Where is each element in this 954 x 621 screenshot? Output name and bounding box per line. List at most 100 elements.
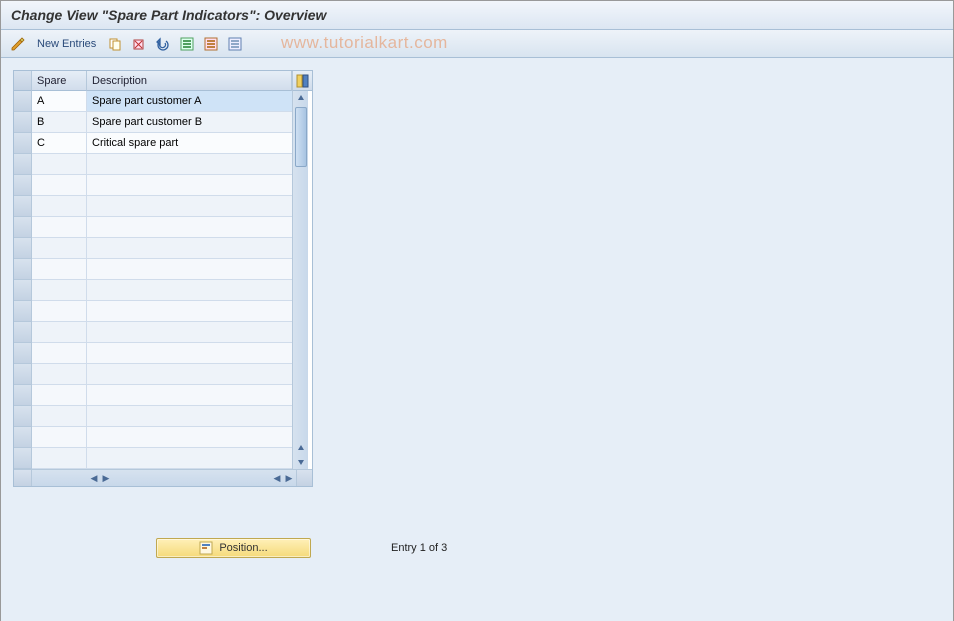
cell-description[interactable] <box>87 280 292 301</box>
cell-spare[interactable] <box>32 259 87 280</box>
cell-description[interactable] <box>87 385 292 406</box>
row-selector[interactable] <box>14 343 32 364</box>
cell-spare[interactable] <box>32 343 87 364</box>
row-selector[interactable] <box>14 91 32 112</box>
cell-spare[interactable] <box>32 406 87 427</box>
cell-description[interactable]: Spare part customer A <box>87 91 292 112</box>
table-row[interactable] <box>14 280 292 301</box>
row-selector[interactable] <box>14 154 32 175</box>
cell-spare[interactable] <box>32 448 87 469</box>
row-selector[interactable] <box>14 175 32 196</box>
row-selector[interactable] <box>14 196 32 217</box>
table-row[interactable] <box>14 238 292 259</box>
select-block-icon[interactable] <box>202 35 220 53</box>
scroll-left-icon[interactable]: ◀ <box>89 473 99 483</box>
cell-description[interactable] <box>87 343 292 364</box>
table-row[interactable] <box>14 175 292 196</box>
table-row[interactable] <box>14 217 292 238</box>
table-row[interactable] <box>14 385 292 406</box>
scroll-down-icon[interactable] <box>294 455 308 469</box>
delete-icon[interactable] <box>130 35 148 53</box>
row-selector[interactable] <box>14 112 32 133</box>
cell-spare[interactable] <box>32 427 87 448</box>
cell-spare[interactable] <box>32 280 87 301</box>
scroll-right-icon[interactable]: ▶ <box>101 473 111 483</box>
row-selector[interactable] <box>14 238 32 259</box>
row-selector[interactable] <box>14 427 32 448</box>
table-row[interactable]: CCritical spare part <box>14 133 292 154</box>
column-description[interactable]: Description <box>87 71 292 91</box>
cell-description[interactable] <box>87 154 292 175</box>
cell-spare[interactable] <box>32 238 87 259</box>
scroll-down-icon[interactable] <box>294 441 308 455</box>
table-row[interactable] <box>14 448 292 469</box>
row-selector[interactable] <box>14 301 32 322</box>
table-row[interactable] <box>14 427 292 448</box>
cell-description[interactable] <box>87 322 292 343</box>
scroll-left-end-icon[interactable]: ◀ <box>272 473 282 483</box>
row-selector[interactable] <box>14 448 32 469</box>
cell-spare[interactable]: B <box>32 112 87 133</box>
row-selector[interactable] <box>14 406 32 427</box>
table-row[interactable] <box>14 364 292 385</box>
row-selector[interactable] <box>14 259 32 280</box>
cell-description[interactable]: Spare part customer B <box>87 112 292 133</box>
horizontal-scrollbar[interactable]: ◀ ▶ ◀ ▶ <box>14 469 312 486</box>
toggle-display-change-icon[interactable] <box>9 35 27 53</box>
undo-change-icon[interactable] <box>154 35 172 53</box>
deselect-all-icon[interactable] <box>226 35 244 53</box>
cell-description[interactable] <box>87 217 292 238</box>
row-selector[interactable] <box>14 280 32 301</box>
table-row[interactable] <box>14 196 292 217</box>
cell-description[interactable] <box>87 406 292 427</box>
toolbar: New Entries www.tutorialkart.com <box>1 30 953 58</box>
cell-description[interactable] <box>87 196 292 217</box>
cell-spare[interactable] <box>32 175 87 196</box>
cell-description[interactable] <box>87 301 292 322</box>
table-header: Spare Description <box>14 71 292 91</box>
new-entries-button[interactable]: New Entries <box>33 36 100 52</box>
scroll-thumb[interactable] <box>295 107 307 167</box>
cell-description[interactable] <box>87 448 292 469</box>
table-row[interactable] <box>14 301 292 322</box>
vertical-scrollbar[interactable] <box>292 91 308 469</box>
cell-description[interactable]: Critical spare part <box>87 133 292 154</box>
cell-description[interactable] <box>87 259 292 280</box>
column-selector[interactable] <box>14 71 32 91</box>
table-row[interactable]: ASpare part customer A <box>14 91 292 112</box>
table-row[interactable]: BSpare part customer B <box>14 112 292 133</box>
table-row[interactable] <box>14 322 292 343</box>
main-content: Spare Description ASpare part customer A… <box>1 58 953 621</box>
cell-spare[interactable] <box>32 154 87 175</box>
row-selector[interactable] <box>14 217 32 238</box>
copy-as-icon[interactable] <box>106 35 124 53</box>
cell-spare[interactable] <box>32 196 87 217</box>
cell-description[interactable] <box>87 175 292 196</box>
row-selector[interactable] <box>14 385 32 406</box>
cell-spare[interactable] <box>32 217 87 238</box>
cell-spare[interactable] <box>32 322 87 343</box>
table-row[interactable] <box>14 406 292 427</box>
cell-spare[interactable]: C <box>32 133 87 154</box>
entry-status: Entry 1 of 3 <box>391 542 447 554</box>
page-title: Change View "Spare Part Indicators": Ove… <box>11 7 943 23</box>
scroll-right-end-icon[interactable]: ▶ <box>284 473 294 483</box>
row-selector[interactable] <box>14 364 32 385</box>
table-row[interactable] <box>14 343 292 364</box>
cell-spare[interactable]: A <box>32 91 87 112</box>
cell-spare[interactable] <box>32 301 87 322</box>
table-settings-icon[interactable] <box>292 71 312 91</box>
table-row[interactable] <box>14 154 292 175</box>
scroll-up-icon[interactable] <box>294 91 308 105</box>
cell-spare[interactable] <box>32 385 87 406</box>
position-button[interactable]: Position... <box>156 538 311 558</box>
cell-description[interactable] <box>87 238 292 259</box>
row-selector[interactable] <box>14 322 32 343</box>
table-row[interactable] <box>14 259 292 280</box>
cell-spare[interactable] <box>32 364 87 385</box>
cell-description[interactable] <box>87 364 292 385</box>
column-spare[interactable]: Spare <box>32 71 87 91</box>
select-all-icon[interactable] <box>178 35 196 53</box>
cell-description[interactable] <box>87 427 292 448</box>
row-selector[interactable] <box>14 133 32 154</box>
